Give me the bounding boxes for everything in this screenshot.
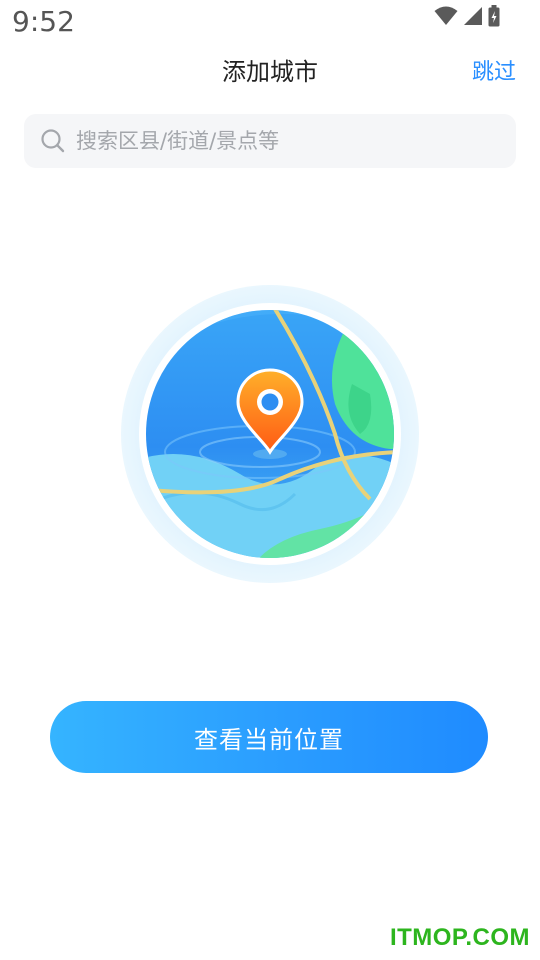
view-current-location-button[interactable]: 查看当前位置 [50,701,488,773]
search-input[interactable] [74,128,498,154]
wifi-icon [434,6,458,30]
header: 添加城市 跳过 [0,46,540,94]
search-bar[interactable] [24,114,516,168]
status-time: 9:52 [12,5,75,38]
search-icon [40,128,66,154]
skip-button[interactable]: 跳过 [472,54,516,86]
signal-icon [463,6,483,30]
watermark: ITMOP.COM [389,924,530,951]
status-bar: 9:52 [0,0,540,46]
page-title: 添加城市 [222,58,318,86]
add-city-screen: 9:52 添加城市 跳过 搜索区县/街道/景点等 查看当前位置 ITMOP.CO… [0,0,540,960]
battery-icon [488,5,500,31]
location-illustration [120,284,420,584]
status-icons [434,5,500,31]
